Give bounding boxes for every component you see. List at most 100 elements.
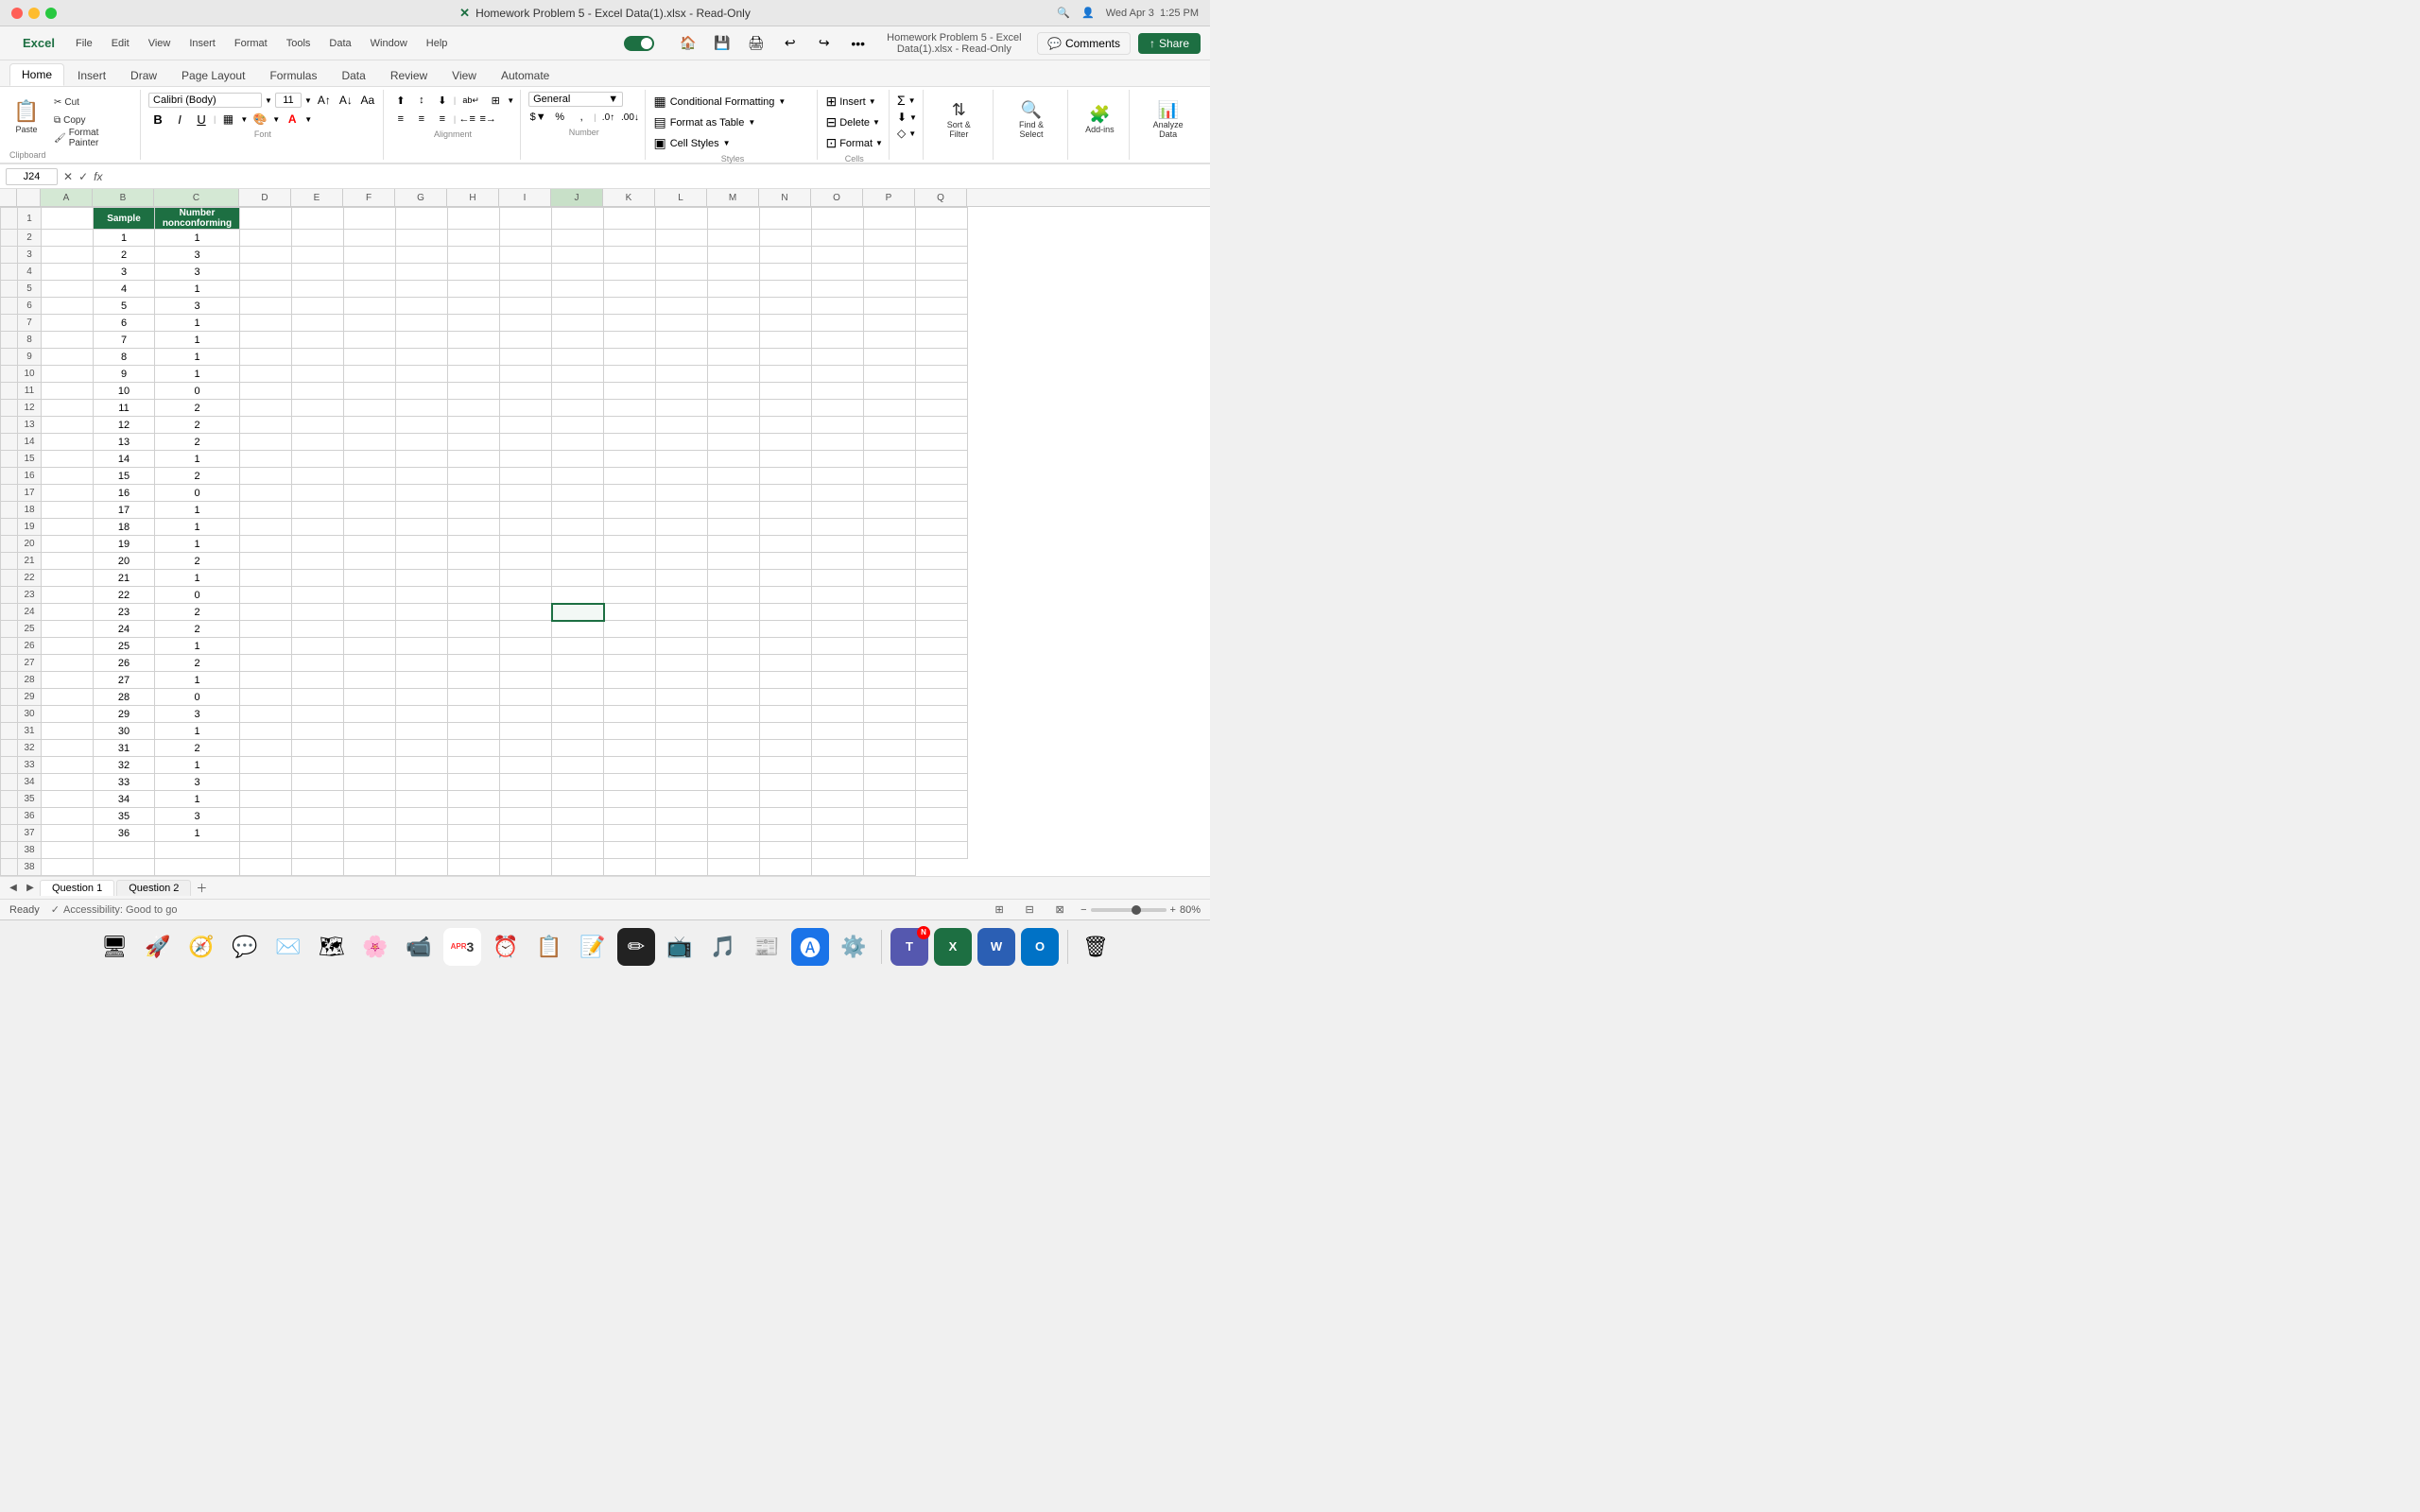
align-top-btn[interactable]: ⬆: [391, 92, 410, 109]
cell-c22[interactable]: 1: [155, 570, 240, 587]
cell-c15[interactable]: 1: [155, 451, 240, 468]
cell-o21[interactable]: [812, 553, 864, 570]
cell-a11[interactable]: [42, 383, 94, 400]
cell-l14[interactable]: [656, 434, 708, 451]
cell-h24[interactable]: [448, 604, 500, 621]
copy-button[interactable]: ⧉ Copy: [49, 112, 134, 129]
cell-n30[interactable]: [760, 706, 812, 723]
cell-q37[interactable]: [916, 825, 968, 842]
cell-i25[interactable]: [500, 621, 552, 638]
cell-i15[interactable]: [500, 451, 552, 468]
italic-btn[interactable]: I: [170, 111, 189, 128]
cell-e37[interactable]: [292, 825, 344, 842]
cell-c26[interactable]: 1: [155, 638, 240, 655]
cell-f26[interactable]: [344, 638, 396, 655]
cell-a13[interactable]: [42, 417, 94, 434]
cell-k15[interactable]: [604, 451, 656, 468]
dock-messages[interactable]: 💬: [226, 928, 264, 966]
cell-a15[interactable]: [42, 451, 94, 468]
cell-g14[interactable]: [396, 434, 448, 451]
cell-b15[interactable]: 14: [94, 451, 155, 468]
cell-m9[interactable]: [708, 349, 760, 366]
dock-mail[interactable]: ✉️: [269, 928, 307, 966]
close-button[interactable]: [11, 8, 23, 19]
cell-c27[interactable]: 2: [155, 655, 240, 672]
cell-o33[interactable]: [812, 757, 864, 774]
cell-h30[interactable]: [448, 706, 500, 723]
cell-a3[interactable]: [42, 247, 94, 264]
cell-e1[interactable]: [292, 208, 344, 230]
cell-g27[interactable]: [396, 655, 448, 672]
col-header-o[interactable]: O: [811, 189, 863, 206]
col-header-e[interactable]: E: [291, 189, 343, 206]
format-caret[interactable]: ▼: [875, 139, 883, 147]
cell-k5[interactable]: [604, 281, 656, 298]
row-num-23[interactable]: 23: [18, 587, 42, 604]
cell-b35[interactable]: 34: [94, 791, 155, 808]
dock-news[interactable]: 📰: [748, 928, 786, 966]
cell-j37[interactable]: [552, 825, 604, 842]
cell-l20[interactable]: [656, 536, 708, 553]
cell-n25[interactable]: [760, 621, 812, 638]
cell-f6[interactable]: [344, 298, 396, 315]
cell-c5[interactable]: 1: [155, 281, 240, 298]
cell-e31[interactable]: [292, 723, 344, 740]
cell-d29[interactable]: [240, 689, 292, 706]
cell-a18[interactable]: [42, 502, 94, 519]
cell-m5[interactable]: [708, 281, 760, 298]
cell-m11[interactable]: [708, 383, 760, 400]
row-num-25[interactable]: 25: [18, 621, 42, 638]
cell-h6[interactable]: [448, 298, 500, 315]
cell-b12[interactable]: 11: [94, 400, 155, 417]
cell-h38[interactable]: [448, 842, 500, 859]
bold-btn[interactable]: B: [148, 111, 167, 128]
cell-j1[interactable]: [552, 208, 604, 230]
cell-m38[interactable]: [708, 842, 760, 859]
cell-i9[interactable]: [500, 349, 552, 366]
cell-o12[interactable]: [812, 400, 864, 417]
redo-btn[interactable]: ↪: [811, 31, 838, 56]
menu-tools[interactable]: Tools: [281, 36, 317, 51]
cell-k21[interactable]: [604, 553, 656, 570]
cell-b38[interactable]: [94, 842, 155, 859]
cell-d19[interactable]: [240, 519, 292, 536]
cell-m26[interactable]: [708, 638, 760, 655]
cell-e19[interactable]: [292, 519, 344, 536]
dock-music[interactable]: 🎵: [704, 928, 742, 966]
cell-g5[interactable]: [396, 281, 448, 298]
cell-i19[interactable]: [500, 519, 552, 536]
cell-d7[interactable]: [240, 315, 292, 332]
cell-a32[interactable]: [42, 740, 94, 757]
cell-f12[interactable]: [344, 400, 396, 417]
cell-p11[interactable]: [864, 383, 916, 400]
cell-g8[interactable]: [396, 332, 448, 349]
cell-e21[interactable]: [292, 553, 344, 570]
cell-i12[interactable]: [500, 400, 552, 417]
cell-q19[interactable]: [916, 519, 968, 536]
cell-q7[interactable]: [916, 315, 968, 332]
cell-c35[interactable]: 1: [155, 791, 240, 808]
cell-d27[interactable]: [240, 655, 292, 672]
tab-view[interactable]: View: [441, 65, 488, 86]
cell-a30[interactable]: [42, 706, 94, 723]
cell-d16[interactable]: [240, 468, 292, 485]
cell-f15[interactable]: [344, 451, 396, 468]
cell-g36[interactable]: [396, 808, 448, 825]
cell-b33[interactable]: 32: [94, 757, 155, 774]
increase-font-btn[interactable]: A↑: [315, 92, 334, 109]
cell-o17[interactable]: [812, 485, 864, 502]
cell-n26[interactable]: [760, 638, 812, 655]
cell-i11[interactable]: [500, 383, 552, 400]
search-icon[interactable]: 🔍: [1057, 7, 1070, 19]
cell-g26[interactable]: [396, 638, 448, 655]
cell-reference-box[interactable]: [6, 168, 58, 185]
cell-l12[interactable]: [656, 400, 708, 417]
cell-i18[interactable]: [500, 502, 552, 519]
format-painter-button[interactable]: 🖌 Format Painter: [49, 129, 134, 146]
cell-e33[interactable]: [292, 757, 344, 774]
cell-h8[interactable]: [448, 332, 500, 349]
cell-a25[interactable]: [42, 621, 94, 638]
cell-o34[interactable]: [812, 774, 864, 791]
cell-c28[interactable]: 1: [155, 672, 240, 689]
cell-l18[interactable]: [656, 502, 708, 519]
